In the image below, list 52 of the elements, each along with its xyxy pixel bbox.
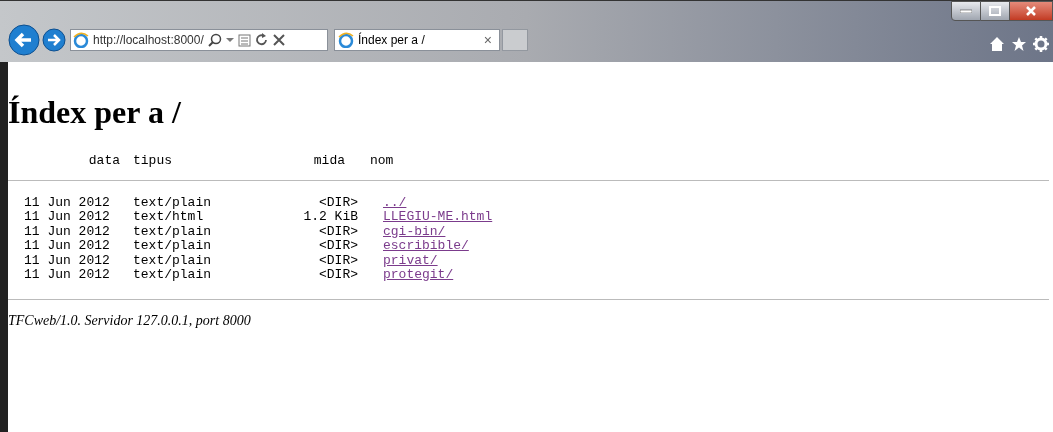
column-header: tipus — [133, 154, 173, 169]
stop-icon[interactable] — [272, 34, 285, 46]
back-button[interactable] — [8, 24, 40, 56]
size-cell-text: <DIR> — [318, 239, 358, 254]
column-header: data — [87, 154, 120, 169]
search-icon[interactable] — [207, 33, 222, 47]
refresh-icon[interactable] — [254, 33, 269, 47]
date-cell-text: 11 Jun 2012 — [24, 239, 111, 254]
close-window-button[interactable] — [1009, 1, 1053, 21]
type-cell-text: text/plain — [133, 195, 212, 210]
maximize-button[interactable] — [981, 1, 1009, 21]
size-cell-text: <DIR> — [318, 268, 358, 283]
column-header: nom — [370, 154, 394, 169]
server-footer: TFCweb/1.0. Servidor 127.0.0.1, port 8000 — [8, 309, 1049, 331]
minimize-button[interactable] — [951, 1, 981, 21]
date-cell-text: 11 Jun 2012 — [24, 224, 111, 239]
file-link[interactable]: cgi-bin/ — [383, 224, 446, 239]
file-link[interactable]: protegit/ — [383, 268, 454, 283]
size-cell-text: 1.2 KiB — [302, 210, 358, 225]
type-cell-text: text/plain — [133, 253, 212, 268]
type-cell-text: text/plain — [133, 239, 212, 254]
file-link[interactable]: escribible/ — [383, 239, 469, 254]
column-header: mida — [312, 154, 345, 169]
browser-icon — [338, 32, 354, 48]
file-link[interactable]: privat/ — [383, 253, 438, 268]
browser-icon — [73, 32, 89, 48]
date-cell-text: 11 Jun 2012 — [24, 195, 111, 210]
maximize-icon — [989, 6, 1001, 16]
file-link[interactable]: ../ — [383, 195, 407, 210]
date-cell-text: 11 Jun 2012 — [24, 253, 111, 268]
type-cell-text: text/plain — [133, 268, 212, 283]
browser-tab[interactable]: Índex per a / × — [334, 29, 500, 51]
forward-button[interactable] — [42, 28, 66, 52]
date-cell-text: 11 Jun 2012 — [24, 210, 111, 225]
star-icon[interactable] — [1011, 36, 1027, 52]
address-bar[interactable]: http://localhost:8000/ — [70, 29, 328, 51]
type-cell-text: text/html — [133, 210, 205, 225]
date-cell-text: 11 Jun 2012 — [24, 268, 111, 283]
tab-close-button[interactable]: × — [479, 29, 496, 51]
settings-icon[interactable] — [1033, 36, 1049, 52]
dropdown-icon[interactable] — [225, 37, 234, 43]
size-cell-text: <DIR> — [318, 195, 358, 210]
url-text: http://localhost:8000/ — [93, 32, 204, 49]
tab-title: Índex per a / — [358, 31, 426, 49]
size-cell-text: <DIR> — [318, 253, 358, 268]
type-cell-text: text/plain — [133, 224, 212, 239]
file-link[interactable]: LLEGIU-ME.html — [383, 210, 493, 225]
size-cell-text: <DIR> — [318, 224, 358, 239]
minimize-icon — [960, 9, 972, 13]
page-heading: Índex per a / — [8, 96, 182, 128]
close-icon — [1025, 6, 1037, 16]
home-icon[interactable] — [989, 36, 1005, 52]
